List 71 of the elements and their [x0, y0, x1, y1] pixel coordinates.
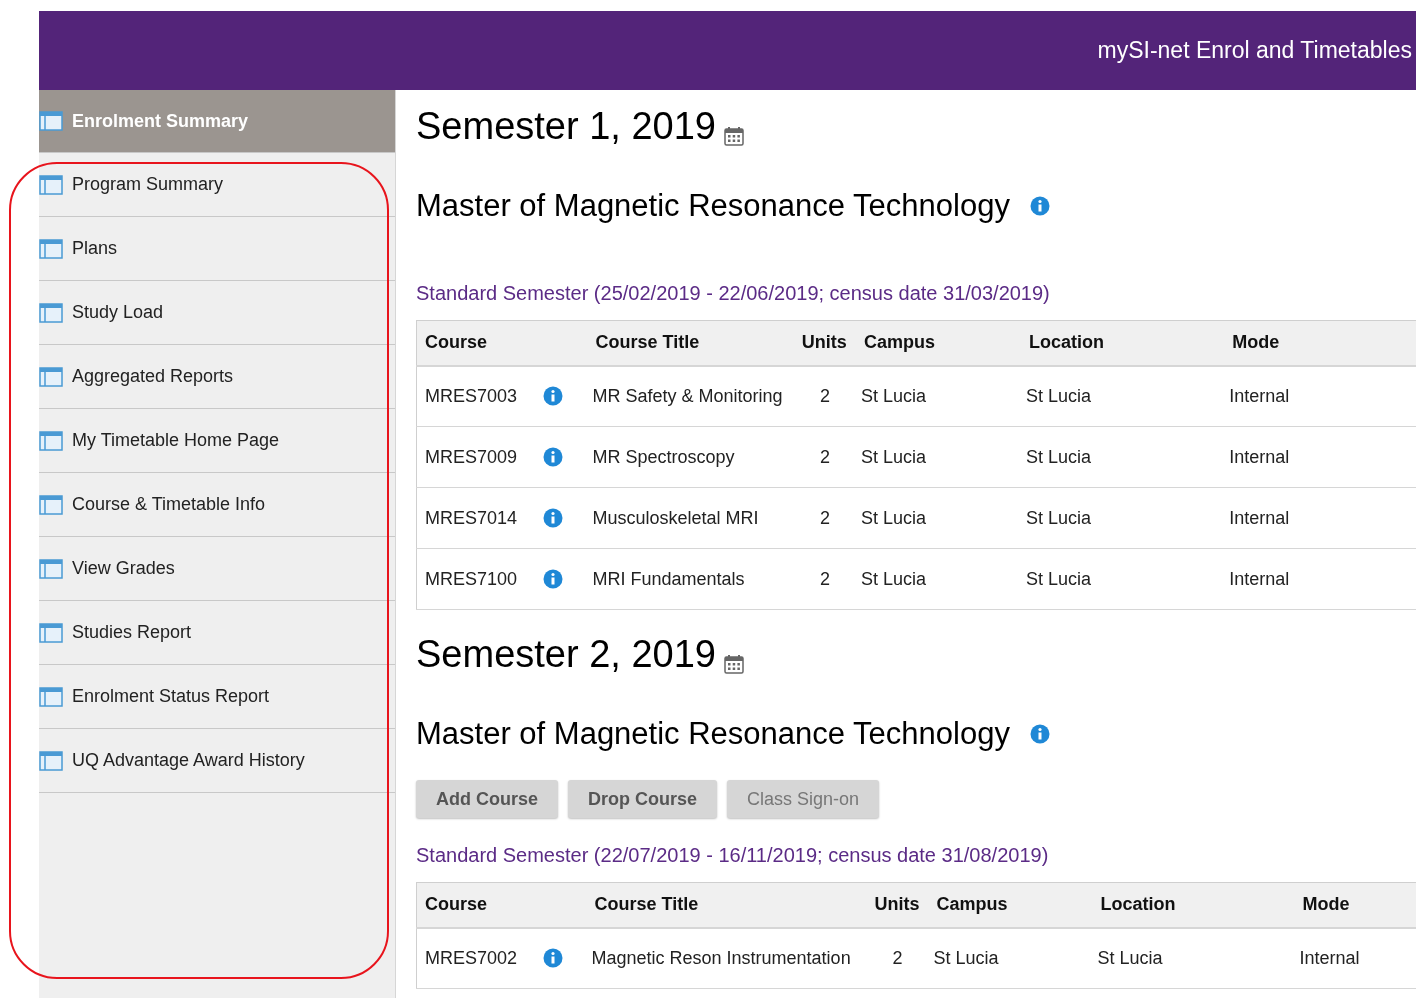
table-cell: 2: [892, 947, 903, 968]
table-cell: Internal: [1229, 507, 1290, 528]
table-cell: Internal: [1229, 446, 1290, 467]
action-button[interactable]: Add Course: [416, 780, 558, 818]
table-cell-text: MRES7014: [425, 506, 518, 530]
table-cell: St Lucia: [933, 947, 999, 968]
table-cell: 2: [819, 385, 830, 406]
sidebar-item[interactable]: Studies Report: [39, 601, 395, 665]
sidebar-item[interactable]: Plans: [39, 217, 395, 281]
table-cell: Magnetic Reson Instrumentation: [591, 947, 851, 968]
column-header: Location: [1092, 882, 1295, 928]
column-header: Course Title: [586, 882, 867, 928]
table-cell: 2: [819, 507, 830, 528]
column-header: Mode: [1294, 882, 1416, 928]
column-header: Course Title: [587, 320, 794, 366]
semester-period: Standard Semester (22/07/2019 - 16/11/2019; census date 31/08/2019): [416, 843, 1050, 868]
semester-heading: Semester 1, 2019: [416, 104, 716, 148]
table-cell: St Lucia: [861, 446, 927, 467]
sidebar-item[interactable]: Study Load: [39, 281, 395, 345]
sidebar-item[interactable]: Enrolment Status Report: [39, 665, 395, 729]
calendar-icon[interactable]: [723, 654, 744, 674]
column-header: Units: [793, 320, 857, 366]
table-cell: MRI Fundamentals: [592, 568, 745, 589]
info-icon[interactable]: [543, 569, 564, 589]
info-icon[interactable]: [543, 386, 564, 407]
table-cell: Internal: [1229, 385, 1290, 406]
program-title: Master of Magnetic Resonance Technology: [416, 187, 1010, 225]
program-title: Master of Magnetic Resonance Technology: [416, 715, 1010, 753]
info-icon[interactable]: [543, 508, 564, 528]
column-header: Course: [416, 882, 587, 928]
table-cell: St Lucia: [1097, 947, 1163, 968]
column-header: Location: [1021, 320, 1225, 366]
semester-heading: Semester 2, 2019: [416, 632, 716, 676]
column-header: Campus: [856, 320, 1022, 366]
info-icon[interactable]: [543, 447, 564, 467]
table-cell: St Lucia: [1026, 446, 1092, 467]
table-cell: Internal: [1299, 947, 1360, 968]
sidebar-item[interactable]: Aggregated Reports: [39, 345, 395, 409]
info-icon[interactable]: [1029, 724, 1050, 744]
window-icon: [39, 111, 63, 131]
column-header: Campus: [928, 882, 1093, 928]
table-cell: 2: [819, 446, 830, 467]
sidebar-item[interactable]: Course & Timetable Info: [39, 473, 395, 537]
table-cell: Musculoskeletal MRI: [592, 507, 759, 528]
table-cell: Internal: [1229, 568, 1290, 589]
table-cell: MR Spectroscopy: [592, 446, 735, 467]
table-cell: St Lucia: [1026, 568, 1092, 589]
column-header: Units: [866, 882, 929, 928]
table-cell-text: MRES7003: [425, 384, 518, 408]
column-header: Mode: [1224, 320, 1416, 366]
sidebar-item[interactable]: Program Summary: [39, 153, 395, 217]
table-cell: 2: [819, 568, 830, 589]
sidebar-item[interactable]: View Grades: [39, 537, 395, 601]
info-icon[interactable]: [543, 948, 564, 969]
app-title: mySI-net Enrol and Timetables: [1097, 36, 1412, 66]
table-cell: St Lucia: [1026, 507, 1092, 528]
action-button[interactable]: Drop Course: [568, 780, 718, 818]
sidebar-item[interactable]: My Timetable Home Page: [39, 409, 395, 473]
table-cell-text: MRES7002: [425, 946, 518, 970]
table-cell: MR Safety & Monitoring: [592, 385, 783, 406]
table-cell-text: MRES7009: [425, 445, 518, 469]
table-cell: St Lucia: [861, 385, 927, 406]
sidebar-item[interactable]: UQ Advantage Award History: [39, 729, 395, 793]
column-header: Course: [416, 320, 588, 366]
semester-period: Standard Semester (25/02/2019 - 22/06/2019; census date 31/03/2019): [416, 281, 1051, 306]
table-cell-text: MRES7100: [425, 567, 518, 591]
calendar-icon[interactable]: [723, 126, 744, 146]
table-cell: St Lucia: [861, 568, 927, 589]
info-icon[interactable]: [1029, 196, 1050, 216]
table-cell: St Lucia: [861, 507, 927, 528]
table-cell: St Lucia: [1026, 385, 1092, 406]
